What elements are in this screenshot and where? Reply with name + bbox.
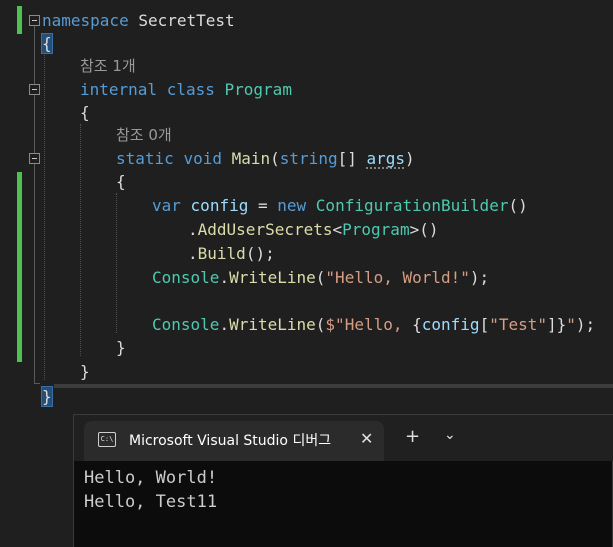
code-editor[interactable]: namespace SecretTest { 참조 1개 internal cl… bbox=[0, 0, 613, 410]
keyword: new bbox=[277, 196, 307, 215]
method-name: AddUserSecrets bbox=[197, 220, 333, 239]
brace: { bbox=[80, 103, 90, 122]
code-line-main[interactable]: static void Main(string[] args) bbox=[116, 147, 415, 170]
method-name: Build bbox=[197, 244, 246, 263]
collapse-icon[interactable] bbox=[29, 84, 40, 95]
call-end: (); bbox=[245, 244, 275, 263]
reference-count[interactable]: 참조 1개 bbox=[80, 55, 136, 78]
keyword: internal bbox=[80, 80, 158, 99]
code-line-writeline-1[interactable]: Console.WriteLine("Hello, World!"); bbox=[152, 266, 489, 289]
parens: () bbox=[508, 196, 528, 215]
keyword: string bbox=[279, 149, 338, 168]
type-name: Console bbox=[152, 268, 220, 287]
code-line-open-brace[interactable]: { bbox=[41, 32, 53, 55]
code-line-class-open[interactable]: { bbox=[80, 101, 90, 124]
code-line-main-close[interactable]: } bbox=[116, 336, 126, 359]
variable-name: config bbox=[421, 315, 480, 334]
debug-console-window[interactable]: C:\ Microsoft Visual Studio 디버그 ✕ + ⌄ He… bbox=[73, 414, 613, 547]
keyword: void bbox=[183, 149, 222, 168]
parameter-name: args bbox=[366, 149, 406, 168]
brackets: [] bbox=[337, 149, 357, 168]
brace: } bbox=[80, 362, 90, 381]
code-line-config[interactable]: var config = new ConfigurationBuilder() bbox=[152, 194, 528, 217]
fold-line bbox=[34, 26, 35, 384]
terminal-output-line: Hello, Test11 bbox=[84, 492, 218, 512]
horizontal-scrollbar[interactable] bbox=[54, 384, 613, 388]
brace: { bbox=[116, 172, 126, 191]
brace: } bbox=[116, 338, 126, 357]
operator: = bbox=[248, 196, 278, 215]
collapse-icon[interactable] bbox=[29, 15, 40, 26]
type-name: Console bbox=[152, 315, 220, 334]
variable-name: config bbox=[190, 196, 249, 215]
code-line-class[interactable]: internal class Program bbox=[80, 78, 292, 101]
code-line-main-open[interactable]: { bbox=[116, 170, 126, 193]
indent-guide bbox=[116, 193, 117, 333]
namespace-name: SecretTest bbox=[138, 11, 235, 30]
terminal-tab-bar: C:\ Microsoft Visual Studio 디버그 ✕ + ⌄ bbox=[74, 415, 613, 461]
code-line-namespace-close[interactable]: } bbox=[41, 385, 53, 408]
generic-open: < bbox=[332, 220, 343, 239]
string-literal: "Hello, World!" bbox=[325, 268, 470, 287]
fold-tick bbox=[34, 383, 40, 384]
type-name: ConfigurationBuilder bbox=[315, 196, 509, 215]
terminal-output-line: Hello, World! bbox=[84, 468, 218, 488]
indent-guide bbox=[44, 55, 45, 380]
matched-brace: } bbox=[41, 386, 53, 407]
console-icon: C:\ bbox=[98, 432, 116, 447]
type-name: Program bbox=[342, 220, 410, 239]
close-icon[interactable]: ✕ bbox=[360, 429, 373, 448]
string-literal: "Test" bbox=[489, 315, 547, 334]
code-line-add-secrets[interactable]: .AddUserSecrets<Program>() bbox=[188, 218, 438, 241]
plus-icon[interactable]: + bbox=[405, 426, 420, 447]
method-name: WriteLine bbox=[229, 268, 316, 287]
code-line-class-close[interactable]: } bbox=[80, 360, 90, 383]
terminal-tab[interactable]: C:\ Microsoft Visual Studio 디버그 ✕ bbox=[84, 421, 384, 461]
code-line-writeline-2[interactable]: Console.WriteLine($"Hello, {config["Test… bbox=[152, 313, 595, 336]
matched-brace: { bbox=[41, 33, 53, 54]
keyword: static bbox=[116, 149, 174, 168]
keyword: var bbox=[152, 196, 181, 215]
class-name: Program bbox=[224, 80, 292, 99]
collapse-icon[interactable] bbox=[29, 153, 40, 164]
indent-guide bbox=[80, 124, 81, 356]
code-line-namespace[interactable]: namespace SecretTest bbox=[42, 9, 235, 32]
string-literal: $"Hello, bbox=[325, 315, 413, 334]
string-literal: " bbox=[566, 315, 576, 334]
tab-title: Microsoft Visual Studio 디버그 bbox=[129, 433, 332, 449]
chevron-down-icon[interactable]: ⌄ bbox=[444, 427, 456, 443]
generic-close: >() bbox=[409, 220, 439, 239]
change-marker bbox=[17, 6, 22, 34]
reference-count[interactable]: 참조 0개 bbox=[116, 124, 172, 147]
method-name: WriteLine bbox=[229, 315, 316, 334]
method-name: Main bbox=[231, 149, 271, 168]
change-marker bbox=[17, 172, 22, 362]
keyword: class bbox=[166, 80, 215, 99]
keyword: namespace bbox=[42, 11, 129, 30]
code-line-build[interactable]: .Build(); bbox=[188, 242, 275, 265]
